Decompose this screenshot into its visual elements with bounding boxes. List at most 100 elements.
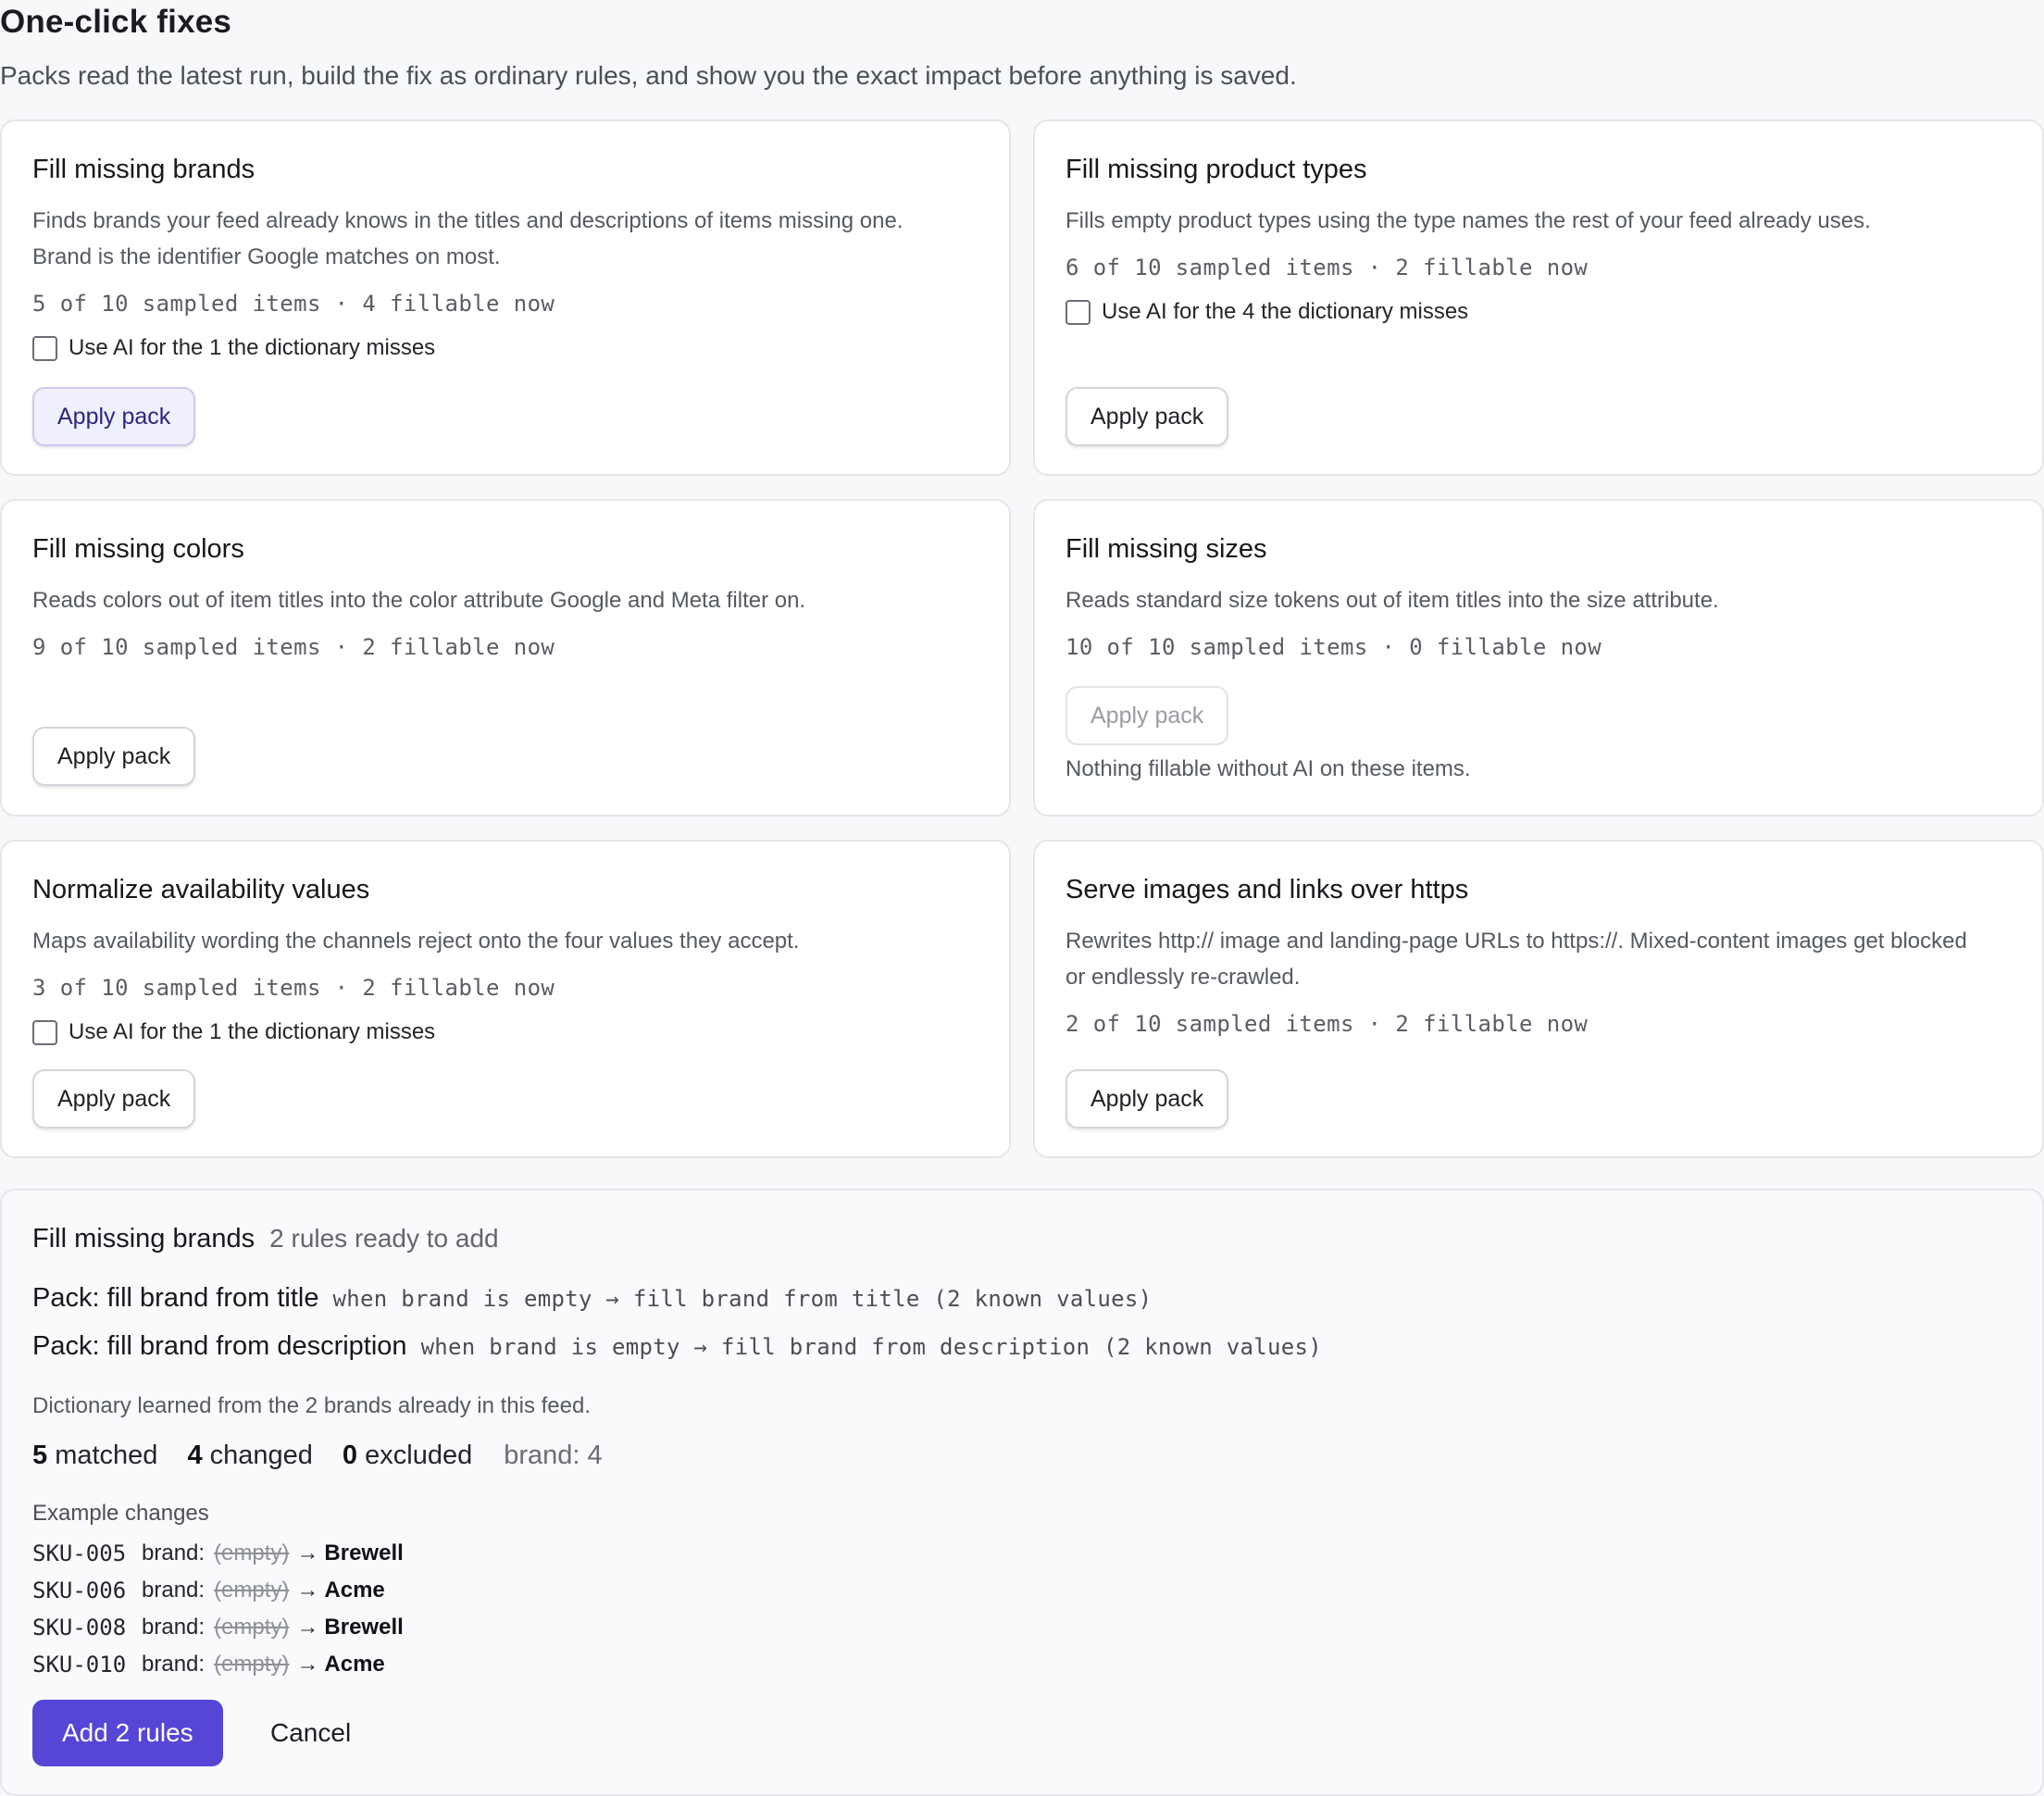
example-field: brand: bbox=[142, 1652, 206, 1677]
pack-description-line: or endlessly re-crawled. bbox=[1066, 965, 1301, 990]
excluded-metric: 0 excluded bbox=[343, 1441, 472, 1471]
preview-rule-count: 2 rules ready to add bbox=[269, 1224, 499, 1253]
pack-description: Reads colors out of item titles into the… bbox=[32, 582, 986, 618]
example-new-value: Acme bbox=[324, 1652, 385, 1677]
example-old-value: (empty) bbox=[214, 1652, 290, 1677]
dictionary-note: Dictionary learned from the 2 brands alr… bbox=[32, 1393, 591, 1418]
example-field: brand: bbox=[142, 1540, 206, 1565]
example-sku: SKU-008 bbox=[32, 1615, 127, 1640]
rule-name: Pack: fill brand from title bbox=[32, 1283, 319, 1313]
matched-metric: 5 matched bbox=[32, 1441, 157, 1471]
pack-card-normalize-availability: Normalize availability values Maps avail… bbox=[0, 840, 1011, 1158]
example-sku: SKU-006 bbox=[32, 1578, 127, 1603]
example-old-value: (empty) bbox=[214, 1540, 290, 1565]
example-old-value: (empty) bbox=[214, 1578, 290, 1603]
pack-title: Fill missing product types bbox=[1066, 155, 1367, 184]
cancel-button[interactable]: Cancel bbox=[270, 1700, 351, 1766]
arrow-right-icon: → bbox=[296, 1578, 319, 1603]
impact-metrics: 5 matched 4 changed 0 excluded brand: 4 bbox=[32, 1441, 603, 1471]
preview-title: Fill missing brands bbox=[32, 1224, 256, 1253]
pack-description-line: Rewrites http:// image and landing-page … bbox=[1066, 929, 1967, 954]
example-field: brand: bbox=[142, 1578, 206, 1603]
apply-pack-button[interactable]: Apply pack bbox=[32, 1069, 196, 1129]
example-change-row: SKU-010 brand: (empty) → Acme bbox=[32, 1646, 404, 1683]
excluded-label: excluded bbox=[365, 1441, 473, 1470]
pack-description-line: Reads standard size tokens out of item t… bbox=[1066, 588, 1719, 613]
examples-label: Example changes bbox=[32, 1501, 209, 1526]
pack-description-line: Brand is the identifier Google matches o… bbox=[32, 244, 501, 269]
example-change-row: SKU-005 brand: (empty) → Brewell bbox=[32, 1535, 404, 1572]
apply-pack-button[interactable]: Apply pack bbox=[1066, 1069, 1229, 1129]
apply-pack-button: Apply pack bbox=[1066, 686, 1229, 745]
use-ai-label: Use AI for the 1 the dictionary misses bbox=[69, 335, 436, 360]
pack-stats: 5 of 10 sampled items · 4 fillable now bbox=[32, 291, 555, 317]
pack-card-fill-missing-colors: Fill missing colors Reads colors out of … bbox=[0, 499, 1011, 817]
example-sku: SKU-010 bbox=[32, 1652, 127, 1678]
changed-metric: 4 changed bbox=[187, 1441, 312, 1471]
pack-stats: 10 of 10 sampled items · 0 fillable now bbox=[1066, 634, 1602, 660]
use-ai-checkbox[interactable] bbox=[1066, 299, 1091, 325]
matched-value: 5 bbox=[32, 1441, 48, 1470]
page-title: One-click fixes bbox=[0, 4, 232, 40]
pack-note: Nothing fillable without AI on these ite… bbox=[1066, 756, 1471, 781]
apply-pack-button[interactable]: Apply pack bbox=[1066, 387, 1229, 446]
example-change-row: SKU-008 brand: (empty) → Brewell bbox=[32, 1609, 404, 1646]
matched-label: matched bbox=[55, 1441, 158, 1470]
pack-stats: 6 of 10 sampled items · 2 fillable now bbox=[1066, 255, 1589, 281]
use-ai-toggle[interactable]: Use AI for the 1 the dictionary misses bbox=[32, 335, 435, 361]
pack-description: Maps availability wording the channels r… bbox=[32, 923, 986, 959]
rule-expression: when brand is empty → fill brand from de… bbox=[420, 1334, 1323, 1360]
pack-description: Fills empty product types using the type… bbox=[1066, 203, 2019, 239]
example-change-row: SKU-006 brand: (empty) → Acme bbox=[32, 1572, 404, 1609]
pack-description: Reads standard size tokens out of item t… bbox=[1066, 582, 2019, 618]
rule-row: Pack: fill brand from title when brand i… bbox=[32, 1283, 1152, 1314]
pack-card-fill-missing-brands: Fill missing brands Finds brands your fe… bbox=[0, 119, 1011, 476]
arrow-right-icon: → bbox=[296, 1615, 319, 1640]
pack-title: Fill missing colors bbox=[32, 534, 244, 564]
pack-description-line: Reads colors out of item titles into the… bbox=[32, 588, 806, 613]
example-old-value: (empty) bbox=[214, 1615, 290, 1640]
preview-header: Fill missing brands 2 rules ready to add bbox=[32, 1224, 499, 1254]
pack-description-line: Maps availability wording the channels r… bbox=[32, 929, 800, 954]
example-sku: SKU-005 bbox=[32, 1540, 127, 1566]
arrow-right-icon: → bbox=[296, 1652, 319, 1677]
use-ai-checkbox[interactable] bbox=[32, 1019, 57, 1045]
changed-label: changed bbox=[209, 1441, 313, 1470]
pack-stats: 3 of 10 sampled items · 2 fillable now bbox=[32, 975, 555, 1001]
pack-title: Fill missing brands bbox=[32, 155, 256, 184]
pack-description: Finds brands your feed already knows in … bbox=[32, 203, 986, 275]
example-new-value: Acme bbox=[324, 1578, 385, 1603]
pack-card-fill-missing-sizes: Fill missing sizes Reads standard size t… bbox=[1033, 499, 2044, 817]
pack-title: Serve images and links over https bbox=[1066, 875, 1469, 904]
pack-card-serve-over-https: Serve images and links over https Rewrit… bbox=[1033, 840, 2044, 1158]
pack-title: Fill missing sizes bbox=[1066, 534, 1267, 564]
apply-pack-button[interactable]: Apply pack bbox=[32, 727, 196, 786]
excluded-value: 0 bbox=[342, 1441, 358, 1470]
example-changes-list: SKU-005 brand: (empty) → Brewell SKU-006… bbox=[32, 1535, 404, 1683]
rule-expression: when brand is empty → fill brand from ti… bbox=[332, 1286, 1153, 1312]
pack-card-fill-missing-product-types: Fill missing product types Fills empty p… bbox=[1033, 119, 2044, 476]
page-subtitle: Packs read the latest run, build the fix… bbox=[0, 61, 1297, 90]
example-new-value: Brewell bbox=[324, 1540, 404, 1565]
use-ai-toggle[interactable]: Use AI for the 4 the dictionary misses bbox=[1066, 299, 1468, 325]
rule-name: Pack: fill brand from description bbox=[32, 1331, 407, 1361]
example-field: brand: bbox=[142, 1615, 206, 1640]
pack-description-line: Fills empty product types using the type… bbox=[1066, 208, 1871, 233]
use-ai-toggle[interactable]: Use AI for the 1 the dictionary misses bbox=[32, 1019, 435, 1045]
arrow-right-icon: → bbox=[296, 1540, 319, 1565]
apply-pack-button[interactable]: Apply pack bbox=[32, 387, 196, 446]
add-rules-button[interactable]: Add 2 rules bbox=[32, 1700, 223, 1766]
use-ai-label: Use AI for the 1 the dictionary misses bbox=[69, 1019, 436, 1044]
pack-description: Rewrites http:// image and landing-page … bbox=[1066, 923, 2019, 995]
pack-description-line: Finds brands your feed already knows in … bbox=[32, 208, 904, 233]
example-new-value: Brewell bbox=[324, 1615, 404, 1640]
use-ai-checkbox[interactable] bbox=[32, 335, 57, 361]
field-summary: brand: 4 bbox=[504, 1441, 603, 1470]
pack-title: Normalize availability values bbox=[32, 875, 370, 904]
pack-stats: 9 of 10 sampled items · 2 fillable now bbox=[32, 634, 555, 660]
pack-preview-panel: Fill missing brands 2 rules ready to add… bbox=[0, 1189, 2044, 1796]
changed-value: 4 bbox=[187, 1441, 203, 1470]
one-click-fixes-page: One-click fixes Packs read the latest ru… bbox=[0, 0, 2044, 1796]
use-ai-label: Use AI for the 4 the dictionary misses bbox=[1102, 299, 1469, 324]
rule-row: Pack: fill brand from description when b… bbox=[32, 1331, 1322, 1362]
